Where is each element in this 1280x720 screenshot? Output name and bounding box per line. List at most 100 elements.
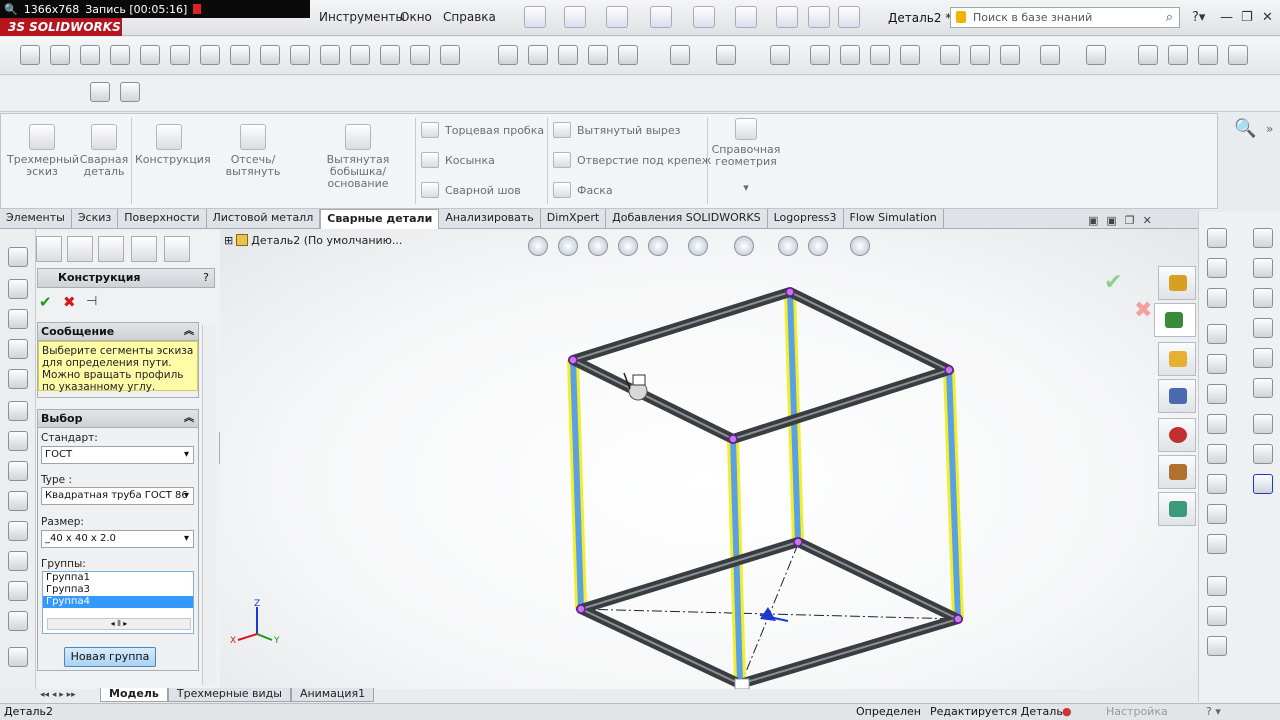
- strip-tool-icon[interactable]: [8, 431, 28, 451]
- tab-flow-simulation[interactable]: Flow Simulation: [844, 209, 944, 228]
- strip-tool-icon[interactable]: [1253, 378, 1273, 398]
- smart-dimension-icon[interactable]: [20, 45, 40, 65]
- display-icon[interactable]: [770, 45, 790, 65]
- strip-tool-icon[interactable]: [8, 279, 28, 299]
- groups-list[interactable]: Группа1 Группа3 Группа4 ◂ ⦀ ▸: [42, 571, 194, 634]
- pushpin-icon[interactable]: ⊣: [86, 294, 97, 309]
- circle-icon[interactable]: [140, 45, 160, 65]
- strip-tool-icon[interactable]: [1207, 606, 1227, 626]
- trim-icon[interactable]: [320, 45, 340, 65]
- gusset-button[interactable]: Косынка: [421, 151, 495, 169]
- hole-wizard-button[interactable]: Отверстие под крепеж: [553, 151, 711, 169]
- close-button[interactable]: ✕: [1262, 10, 1273, 25]
- plane-icon[interactable]: [230, 45, 250, 65]
- strip-tool-icon[interactable]: [8, 647, 28, 667]
- rebuild-status-icon[interactable]: ●: [1062, 704, 1072, 720]
- strip-tool-icon[interactable]: [8, 491, 28, 511]
- save-icon[interactable]: [606, 6, 628, 28]
- strip-tool-icon[interactable]: [1207, 534, 1227, 554]
- tab-features[interactable]: Элементы: [0, 209, 72, 228]
- strip-tool-icon[interactable]: [1253, 258, 1273, 278]
- strip-tool-icon[interactable]: [1207, 324, 1227, 344]
- horizontal-scrollbar[interactable]: ◂ ⦀ ▸: [47, 618, 191, 630]
- pm-scrollbar[interactable]: [202, 325, 216, 685]
- tab-sheet-metal[interactable]: Листовой металл: [207, 209, 321, 228]
- tab-logopress[interactable]: Logopress3: [768, 209, 844, 228]
- blank-icon[interactable]: [1138, 45, 1158, 65]
- status-help-icon[interactable]: ? ▾: [1206, 704, 1221, 720]
- curve-icon[interactable]: [1040, 45, 1060, 65]
- macro-icon[interactable]: [1168, 45, 1188, 65]
- menu-tools[interactable]: Инструменты: [319, 10, 405, 24]
- menu-window[interactable]: Окно: [400, 10, 432, 24]
- open-icon[interactable]: [564, 6, 586, 28]
- new-document-icon[interactable]: [524, 6, 546, 28]
- strip-tool-icon[interactable]: [8, 247, 28, 267]
- strip-tool-icon[interactable]: [1207, 504, 1227, 524]
- weld-bead-button[interactable]: Сварной шов: [421, 181, 521, 199]
- spline-icon[interactable]: [170, 45, 190, 65]
- collapse-icon[interactable]: ︽: [184, 323, 194, 340]
- trim-extend-button[interactable]: Отсечь/вытянуть: [207, 124, 299, 178]
- file-explorer-tab[interactable]: [1158, 342, 1196, 376]
- arc-icon[interactable]: [110, 45, 130, 65]
- strip-tool-icon[interactable]: [1207, 576, 1227, 596]
- top-frame-members[interactable]: [568, 287, 954, 444]
- tab-weldments[interactable]: Сварные детали: [320, 209, 440, 230]
- custom-properties-tab[interactable]: [1158, 455, 1196, 489]
- collapse-icon[interactable]: ︽: [184, 410, 194, 427]
- help-icon[interactable]: ?: [203, 269, 209, 287]
- type-select[interactable]: Квадратная труба ГОСТ 86: [41, 487, 194, 505]
- selection-header[interactable]: Выбор ︽: [38, 410, 198, 428]
- tab-sketch[interactable]: Эскиз: [72, 209, 119, 228]
- line-icon[interactable]: [50, 45, 70, 65]
- strip-tool-icon[interactable]: [8, 611, 28, 631]
- weldment-frame-model[interactable]: ✔ ✖ Z X Y: [220, 229, 1198, 689]
- strip-tool-icon[interactable]: [1207, 414, 1227, 434]
- strip-tool-icon[interactable]: [8, 581, 28, 601]
- text-icon[interactable]: [260, 45, 280, 65]
- repair-sketch-icon[interactable]: [440, 45, 460, 65]
- chamfer-button[interactable]: Фаска: [553, 181, 613, 199]
- size-select[interactable]: _40 x 40 x 2.0: [41, 530, 194, 548]
- knowledge-search-input[interactable]: Поиск в базе знаний ⌕: [950, 7, 1180, 28]
- minimize-button[interactable]: —: [1220, 10, 1233, 25]
- search-icon[interactable]: ⌕: [1166, 10, 1173, 25]
- home-tab[interactable]: [1158, 266, 1196, 300]
- view-palette-tab[interactable]: [1158, 379, 1196, 413]
- sketch-pulse-icon[interactable]: [120, 82, 140, 102]
- list-item[interactable]: Группа3: [43, 584, 193, 596]
- confirm-corner-icon[interactable]: ✔: [1104, 270, 1122, 295]
- display-manager-icon[interactable]: [164, 236, 190, 262]
- select-icon[interactable]: [735, 6, 757, 28]
- expand-icon[interactable]: »: [1266, 122, 1273, 136]
- offset-icon[interactable]: [380, 45, 400, 65]
- appearances-tab[interactable]: [1158, 418, 1196, 452]
- 3d-sketch-button[interactable]: Трехмерный эскиз: [7, 124, 79, 178]
- tab-scroll-arrows[interactable]: ◂◂ ◂ ▸ ▸▸: [40, 690, 76, 700]
- strip-tool-icon[interactable]: [8, 369, 28, 389]
- tab-animation[interactable]: Анимация1: [290, 688, 375, 702]
- tab-addins[interactable]: Добавления SOLIDWORKS: [606, 209, 768, 228]
- scene-icon[interactable]: [940, 45, 960, 65]
- list-item-selected[interactable]: Группа4: [43, 596, 193, 608]
- end-cap-button[interactable]: Торцевая пробка: [421, 121, 544, 139]
- scale-icon[interactable]: [618, 45, 638, 65]
- ok-button[interactable]: ✔: [39, 293, 52, 311]
- fit-icon[interactable]: [716, 45, 736, 65]
- restore-button[interactable]: ❐: [1241, 10, 1253, 25]
- strip-tool-icon[interactable]: [8, 401, 28, 421]
- strip-tool-icon[interactable]: [1253, 474, 1273, 494]
- strip-tool-icon[interactable]: [1207, 384, 1227, 404]
- list-item[interactable]: Группа1: [43, 572, 193, 584]
- new-group-button[interactable]: Новая группа: [64, 647, 156, 667]
- relations-icon[interactable]: [410, 45, 430, 65]
- strip-tool-icon[interactable]: [1207, 474, 1227, 494]
- viewport-window-controls[interactable]: ▣▣❐✕: [1088, 214, 1160, 227]
- strip-tool-icon[interactable]: [1207, 258, 1227, 278]
- design-library-tab[interactable]: [1154, 303, 1196, 337]
- reference-geometry-button[interactable]: Справочная геометрия ▾: [709, 118, 783, 194]
- tab-dimxpert[interactable]: DimXpert: [541, 209, 607, 228]
- weldment-button[interactable]: Сварная деталь: [79, 124, 129, 178]
- appearance-icon[interactable]: [900, 45, 920, 65]
